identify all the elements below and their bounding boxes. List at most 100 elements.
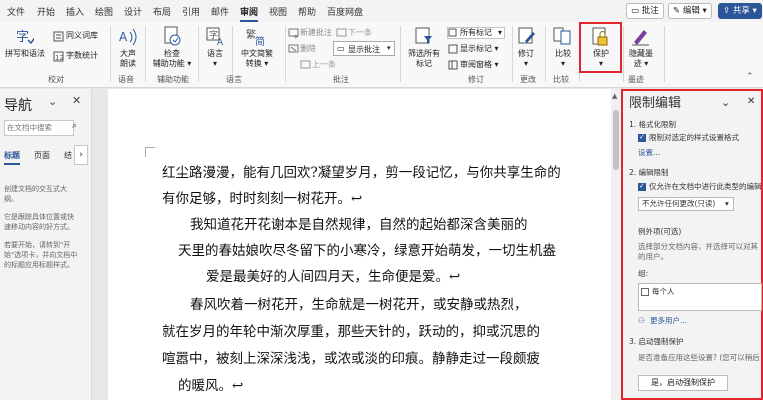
chinese-conversion-button[interactable]: 中文简繁 转换 ▾	[236, 49, 278, 69]
accessibility-check-icon	[164, 26, 181, 46]
previous-comment-icon	[300, 60, 311, 69]
compare-icon	[553, 27, 571, 45]
new-comment-button[interactable]: 新建批注	[300, 28, 332, 38]
enforcement-description: 是否准备应用这些设置? (您可以稍后	[638, 353, 760, 362]
doc-paragraph-line[interactable]: 就在岁月的年轮中渐次厚重，那些天针的，跃动的，抑或沉思的	[162, 320, 540, 340]
doc-paragraph-line[interactable]: 有你足够，时时刻刻一树花开。↩	[162, 187, 362, 207]
tab-pages[interactable]: 页面	[34, 150, 50, 161]
editing-type-select[interactable]: 不允许任何更改(只读) ▾	[638, 197, 734, 211]
chinese-conversion-icon: 繁简	[246, 28, 265, 46]
reviewing-pane-icon	[448, 60, 458, 70]
document-page[interactable]: 红尘路漫漫，能有几回欢?凝望岁月，剪一段记忆，与你共享生命的 有你足够，时时刻刻…	[108, 89, 613, 400]
show-comments-toggle[interactable]: ▭ 显示批注 ▾	[333, 41, 395, 56]
group-label-tracking: 修订	[468, 75, 484, 84]
show-markup-button[interactable]: 显示标记 ▾	[460, 44, 499, 54]
hide-ink-button[interactable]: 隐藏墨迹 ▾	[623, 49, 659, 69]
word-count-button[interactable]: 字数统计	[66, 51, 98, 61]
tab-references[interactable]: 引用	[182, 5, 200, 18]
tab-design[interactable]: 设计	[124, 5, 142, 18]
read-aloud-button[interactable]: 大声 朗读	[114, 49, 142, 69]
editing-restriction-label: 仅允许在文档中进行此类型的编辑	[649, 182, 762, 191]
filter-markup-icon	[415, 27, 432, 44]
tab-file[interactable]: 文件	[7, 5, 25, 18]
editing-mode-button[interactable]: ✎ 编辑 ▾	[668, 3, 712, 19]
chevron-down-icon[interactable]: ⌄	[48, 95, 57, 108]
divider	[400, 26, 401, 82]
share-button[interactable]: ⇪ 共享 ▾	[718, 3, 762, 19]
everyone-label: 每个人	[652, 287, 675, 296]
divider	[664, 26, 665, 82]
chevron-down-icon: ▾	[497, 28, 502, 37]
navigation-pane: 导航 ⌄ ✕ 在文档中搜索 ⌕ 标题 页面 结 › 创建文档的交互式大 纲。 它是…	[0, 89, 92, 400]
tab-headings[interactable]: 标题	[4, 150, 20, 165]
search-icon[interactable]: ⌕	[72, 121, 77, 131]
doc-paragraph-line[interactable]: 春风吹着一树花开，生命就是一树花开，或安静或热烈，	[190, 293, 528, 313]
close-icon[interactable]: ✕	[747, 97, 755, 107]
filter-all-markup-button[interactable]: 筛选所有 标记	[404, 49, 444, 69]
formatting-restriction-checkbox[interactable]	[638, 133, 646, 142]
ribbon: 字 拼写和语法 同义词库 12 字数统计 校对 A 大声 朗读 语音 检查 辅助功能…	[0, 22, 763, 88]
formatting-settings-link[interactable]: 设置...	[638, 148, 660, 158]
everyone-checkbox[interactable]	[641, 288, 649, 296]
thesaurus-button[interactable]: 同义词库	[66, 31, 98, 41]
exceptions-heading: 例外项(可选)	[638, 227, 682, 236]
svg-text:12: 12	[55, 54, 64, 62]
divider	[198, 26, 199, 82]
chevron-down-icon: ▾	[749, 6, 757, 16]
show-markup-icon	[448, 44, 458, 54]
compare-button[interactable]: 比较 ▾	[549, 49, 577, 69]
more-users-link[interactable]: 更多用户...	[650, 316, 687, 326]
group-label-accessibility: 辅助功能	[157, 75, 189, 84]
group-label-proofing: 校对	[48, 75, 64, 84]
protect-button[interactable]: 保护 ▾	[583, 49, 619, 69]
tab-insert[interactable]: 插入	[66, 5, 84, 18]
chevron-down-icon[interactable]: ⌄	[721, 97, 730, 108]
tab-results[interactable]: 结	[64, 150, 72, 161]
pencil-icon: ✎	[673, 6, 683, 16]
doc-paragraph-line[interactable]: 我知道花开花谢本是自然规律，自然的起始都深含美丽的	[190, 213, 528, 233]
chevron-down-icon: ▾	[699, 6, 707, 16]
svg-text:+: +	[293, 33, 299, 39]
divider	[285, 26, 286, 82]
doc-paragraph-line[interactable]: 红尘路漫漫，能有几回欢?凝望岁月，剪一段记忆，与你共享生命的	[162, 161, 561, 181]
comment-button[interactable]: ▭ 批注	[626, 3, 664, 19]
close-icon[interactable]: ✕	[72, 94, 81, 107]
scroll-up-icon[interactable]: ▲	[612, 92, 617, 100]
track-changes-button[interactable]: 修订 ▾	[513, 49, 539, 69]
start-enforcing-button[interactable]: 是，启动强制保护	[638, 375, 728, 391]
check-accessibility-button[interactable]: 检查 辅助功能 ▾	[149, 49, 195, 69]
svg-text:A: A	[119, 30, 128, 44]
nav-expand-button[interactable]: ›	[74, 145, 88, 165]
doc-paragraph-line[interactable]: 爱是最美好的人间四月天，生命便是爱。↩	[206, 265, 460, 285]
nav-search-input[interactable]: 在文档中搜索	[4, 120, 74, 136]
delete-comment-button[interactable]: 删除	[300, 44, 316, 54]
tab-baidu-netdisk[interactable]: 百度网盘	[327, 5, 363, 18]
spelling-grammar-button[interactable]: 拼写和语法	[4, 49, 46, 59]
scrollbar-thumb[interactable]	[613, 110, 619, 170]
spelling-icon: 字	[16, 30, 34, 45]
doc-paragraph-line[interactable]: 喧嚣中，被刻上深深浅浅，或浓或淡的印痕。静静走过一段颇疲	[162, 347, 540, 367]
next-comment-button[interactable]: 下一条	[348, 28, 372, 38]
tab-layout[interactable]: 布局	[153, 5, 171, 18]
hide-ink-icon	[632, 30, 649, 46]
chevron-down-icon: ▾	[387, 44, 391, 52]
doc-paragraph-line[interactable]: 天里的春姑娘吹尽冬留下的小寒冷，绿意开始萌发，一切生机盎	[178, 239, 556, 259]
delete-comment-icon	[288, 44, 299, 53]
tab-draw[interactable]: 绘图	[95, 5, 113, 18]
collapse-ribbon-icon[interactable]: ⌃	[746, 72, 754, 82]
exceptions-description: 的用户。	[638, 252, 668, 261]
language-button[interactable]: 语言 ▾	[202, 49, 228, 69]
tab-view[interactable]: 视图	[269, 5, 287, 18]
tab-mailings[interactable]: 邮件	[211, 5, 229, 18]
section-heading-editing: 2. 编辑限制	[629, 168, 669, 177]
tab-home[interactable]: 开始	[37, 5, 55, 18]
previous-comment-button[interactable]: 上一条	[312, 60, 336, 70]
svg-text:简: 简	[255, 35, 265, 46]
doc-paragraph-line[interactable]: 的暖风。↩	[178, 374, 243, 394]
word-count-icon: 12	[53, 51, 64, 62]
tab-review[interactable]: 审阅	[240, 5, 259, 22]
editing-restriction-checkbox[interactable]	[638, 182, 646, 191]
ribbon-tab-bar: 文件 开始 插入 绘图 设计 布局 引用 邮件 审阅 视图 帮助 百度网盘 ▭ …	[0, 0, 763, 22]
reviewing-pane-button[interactable]: 审阅窗格 ▾	[460, 60, 499, 70]
tab-help[interactable]: 帮助	[298, 5, 316, 18]
